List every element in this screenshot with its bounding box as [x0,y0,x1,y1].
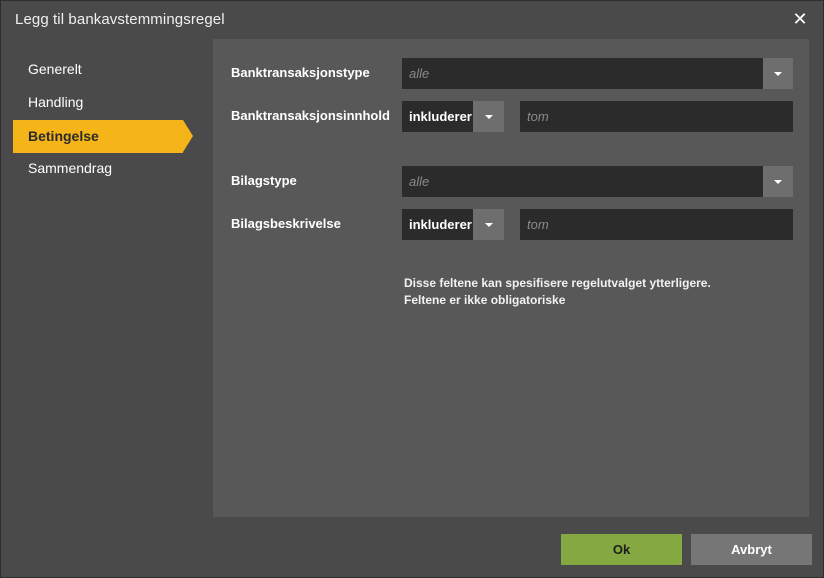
bank-transaction-type-select[interactable]: alle [402,58,793,89]
chevron-down-icon[interactable] [763,58,793,89]
sidebar: Generelt Handling Betingelse Sammendrag [1,39,213,517]
voucher-type-value: alle [409,174,430,189]
bank-transaction-content-input[interactable] [520,101,793,132]
close-icon[interactable]: ✕ [791,8,809,30]
sidebar-item-handling[interactable]: Handling [13,86,193,119]
hint-line-1: Disse feltene kan spesifisere regelutval… [404,276,711,290]
voucher-description-operator-select[interactable]: inkluderer [402,209,504,240]
bank-transaction-content-label: Banktransaksjonsinnhold [231,108,390,123]
voucher-type-select[interactable]: alle [402,166,793,197]
bank-transaction-content-operator-value: inkluderer [409,109,472,124]
chevron-down-icon[interactable] [473,209,504,240]
content-panel: Banktransaksjonstype alle Banktransaksjo… [213,39,809,517]
voucher-description-input[interactable] [520,209,793,240]
voucher-description-label: Bilagsbeskrivelse [231,216,341,231]
cancel-button[interactable]: Avbryt [691,534,812,565]
dialog: Legg til bankavstemmingsregel ✕ Generelt… [0,0,824,578]
sidebar-item-generelt[interactable]: Generelt [13,53,193,86]
voucher-type-label: Bilagstype [231,173,297,188]
hint-text: Disse feltene kan spesifisere regelutval… [404,275,711,309]
sidebar-item-betingelse[interactable]: Betingelse [13,120,193,153]
voucher-description-operator-value: inkluderer [409,217,472,232]
sidebar-item-sammendrag[interactable]: Sammendrag [13,152,193,185]
ok-button[interactable]: Ok [561,534,682,565]
dialog-title: Legg til bankavstemmingsregel [15,11,225,28]
chevron-down-icon[interactable] [473,101,504,132]
bank-transaction-type-label: Banktransaksjonstype [231,65,370,80]
bank-transaction-type-value: alle [409,66,430,81]
chevron-down-icon[interactable] [763,166,793,197]
hint-line-2: Feltene er ikke obligatoriske [404,293,566,307]
title-bar: Legg til bankavstemmingsregel ✕ [1,1,823,39]
bank-transaction-content-operator-select[interactable]: inkluderer [402,101,504,132]
